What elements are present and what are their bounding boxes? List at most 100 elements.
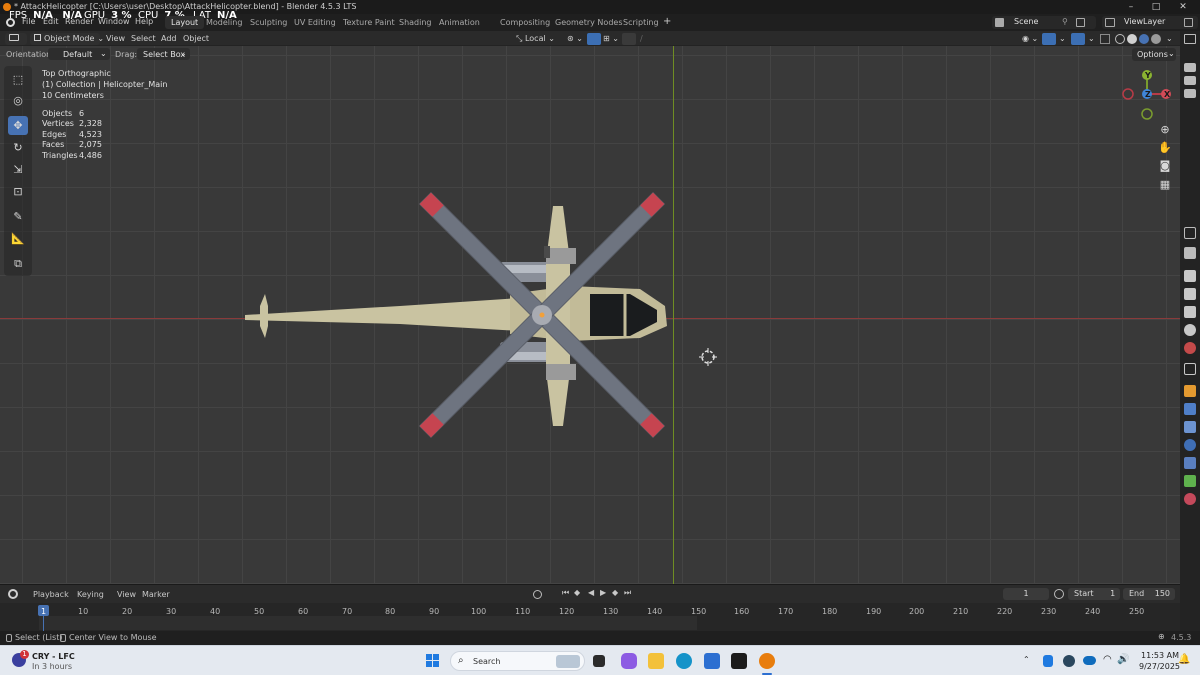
right-sidebar-icon[interactable] <box>1184 34 1196 44</box>
orthographic-toggle-icon[interactable]: ▦ <box>1157 177 1173 193</box>
tab-scripting[interactable]: Scripting <box>617 16 665 29</box>
gizmo-toggle[interactable] <box>1042 33 1056 45</box>
rendered-shading-icon[interactable] <box>1151 34 1161 44</box>
menu-view[interactable]: View <box>117 590 136 599</box>
pan-hand-icon[interactable]: ✋ <box>1157 140 1173 156</box>
overlays-dropdown[interactable]: ⌄ <box>1084 33 1099 45</box>
clock-time[interactable]: 11:53 AM <box>1141 651 1179 660</box>
scene-tab-icon[interactable] <box>1184 324 1196 336</box>
clock-date[interactable]: 9/27/2025 <box>1139 662 1180 671</box>
particles-tab-icon[interactable] <box>1184 421 1196 433</box>
world-tab-icon[interactable] <box>1184 342 1196 354</box>
jump-end-button[interactable]: ⏭ <box>624 588 631 598</box>
visibility-button[interactable]: ◉ ⌄ <box>1018 33 1042 45</box>
volume-icon[interactable]: 🔊 <box>1117 654 1129 665</box>
collection-tab-icon[interactable] <box>1184 363 1196 375</box>
minimize-button[interactable]: – <box>1120 1 1142 13</box>
scale-tool-icon[interactable]: ⇲ <box>8 160 28 179</box>
tab-compositing[interactable]: Compositing <box>494 16 556 29</box>
view-layer-selector[interactable]: ViewLayer <box>1102 16 1198 29</box>
windows-start-icon[interactable] <box>426 654 440 668</box>
steam-icon[interactable] <box>1063 655 1075 667</box>
3d-cursor-icon[interactable] <box>699 348 717 366</box>
xray-toggle[interactable] <box>1100 34 1110 44</box>
tab-uv-editing[interactable]: UV Editing <box>288 16 342 29</box>
menu-select[interactable]: Select <box>127 33 160 45</box>
modifier-tab-icon[interactable] <box>1184 403 1196 415</box>
gizmo-dropdown[interactable]: ⌄ <box>1055 33 1070 45</box>
material-shading-icon[interactable] <box>1139 34 1149 44</box>
overlays-toggle[interactable] <box>1071 33 1085 45</box>
taskbar-search[interactable]: ⌕ Search <box>450 651 585 671</box>
camera-icon[interactable] <box>1184 63 1196 72</box>
tab-modeling[interactable]: Modeling <box>200 16 248 29</box>
menu-keying[interactable]: Keying <box>77 590 104 599</box>
orientation-dropdown[interactable]: Default ⌄ <box>48 48 110 60</box>
current-frame-field[interactable]: 1 <box>1003 588 1049 600</box>
end-frame-field[interactable]: End 150 <box>1123 588 1175 600</box>
camera-icon[interactable] <box>1184 89 1196 98</box>
onedrive-icon[interactable] <box>1083 656 1096 665</box>
store-icon[interactable] <box>704 653 720 669</box>
camera-icon[interactable] <box>1184 76 1196 85</box>
tab-sculpting[interactable]: Sculpting <box>244 16 293 29</box>
start-frame-field[interactable]: Start 1 <box>1068 588 1120 600</box>
snap-target-button[interactable]: ⊞ ⌄ <box>599 33 623 45</box>
jump-keyframe-back-button[interactable]: ◆ <box>574 588 580 597</box>
select-box-tool-icon[interactable]: ⬚ <box>8 70 28 89</box>
pivot-point-button[interactable]: ⊛ ⌄ <box>563 33 587 45</box>
maximize-button[interactable]: □ <box>1145 1 1167 13</box>
new-scene-icon[interactable] <box>1076 18 1085 27</box>
camera-view-icon[interactable]: ◙ <box>1157 158 1173 174</box>
menu-marker[interactable]: Marker <box>142 590 170 599</box>
menu-view[interactable]: View <box>102 33 129 45</box>
material-tab-icon[interactable] <box>1184 493 1196 505</box>
bluetooth-icon[interactable] <box>1043 655 1053 667</box>
move-tool-icon[interactable]: ✥ <box>8 116 28 135</box>
jump-start-button[interactable]: ⏮ <box>562 588 569 598</box>
wifi-icon[interactable]: ◠ <box>1103 654 1112 665</box>
menu-add[interactable]: Add <box>157 33 181 45</box>
physics-tab-icon[interactable] <box>1184 439 1196 451</box>
new-view-layer-icon[interactable] <box>1184 18 1193 27</box>
epic-games-icon[interactable] <box>731 653 747 669</box>
play-reverse-button[interactable]: ◀ <box>588 588 594 597</box>
jump-keyframe-forward-button[interactable]: ◆ <box>612 588 618 597</box>
add-cube-tool-icon[interactable]: ⧉ <box>8 254 28 273</box>
cursor-tool-icon[interactable]: ◎ <box>8 91 28 110</box>
task-view-icon[interactable] <box>593 655 605 667</box>
edge-browser-icon[interactable] <box>676 653 692 669</box>
3d-viewport[interactable]: Orientation: Default ⌄ Drag: Select Box … <box>0 46 1180 584</box>
tray-overflow-icon[interactable]: ⌃ <box>1023 655 1030 664</box>
annotate-tool-icon[interactable]: ✎ <box>8 207 28 226</box>
transform-tool-icon[interactable]: ⊡ <box>8 182 28 201</box>
data-tab-icon[interactable] <box>1184 475 1196 487</box>
helicopter-model[interactable] <box>220 186 690 446</box>
menu-playback[interactable]: Playback <box>33 590 69 599</box>
scene-selector[interactable]: Scene ⚲ <box>992 16 1096 29</box>
proportional-edit-toggle[interactable] <box>622 33 636 45</box>
transform-orientation[interactable]: ⤡ Local ⌄ <box>512 33 559 45</box>
shading-dropdown[interactable]: ⌄ <box>1162 33 1177 45</box>
close-button[interactable]: ✕ <box>1172 1 1194 13</box>
editor-type-icon[interactable] <box>8 589 18 599</box>
mode-selector[interactable]: Object Mode ⌄ <box>30 33 104 45</box>
output-tab-icon[interactable] <box>1184 288 1196 300</box>
pin-icon[interactable]: ⚲ <box>1062 17 1068 26</box>
tab-texture-paint[interactable]: Texture Paint <box>337 16 401 29</box>
tab-shading[interactable]: Shading <box>393 16 438 29</box>
add-workspace-button[interactable]: + <box>663 16 671 27</box>
play-button[interactable]: ▶ <box>600 588 606 597</box>
tool-tab-icon[interactable] <box>1184 227 1196 239</box>
timeline-editor[interactable]: Playback Keying View Marker ⏮ ◆ ◀ ▶ ◆ ⏭ … <box>0 584 1180 632</box>
options-button[interactable]: Options ⌄ <box>1132 48 1176 61</box>
measure-tool-icon[interactable]: 📐 <box>8 229 28 248</box>
tool-settings-icon[interactable] <box>1184 247 1196 259</box>
notifications-bell-icon[interactable]: 🔔 <box>1178 654 1190 665</box>
tab-animation[interactable]: Animation <box>433 16 486 29</box>
solid-shading-icon[interactable] <box>1127 34 1137 44</box>
zoom-icon[interactable]: ⊕ <box>1157 122 1173 138</box>
blender-app-icon[interactable] <box>759 653 775 669</box>
object-tab-icon[interactable] <box>1184 385 1196 397</box>
editor-type-button[interactable] <box>5 33 27 45</box>
